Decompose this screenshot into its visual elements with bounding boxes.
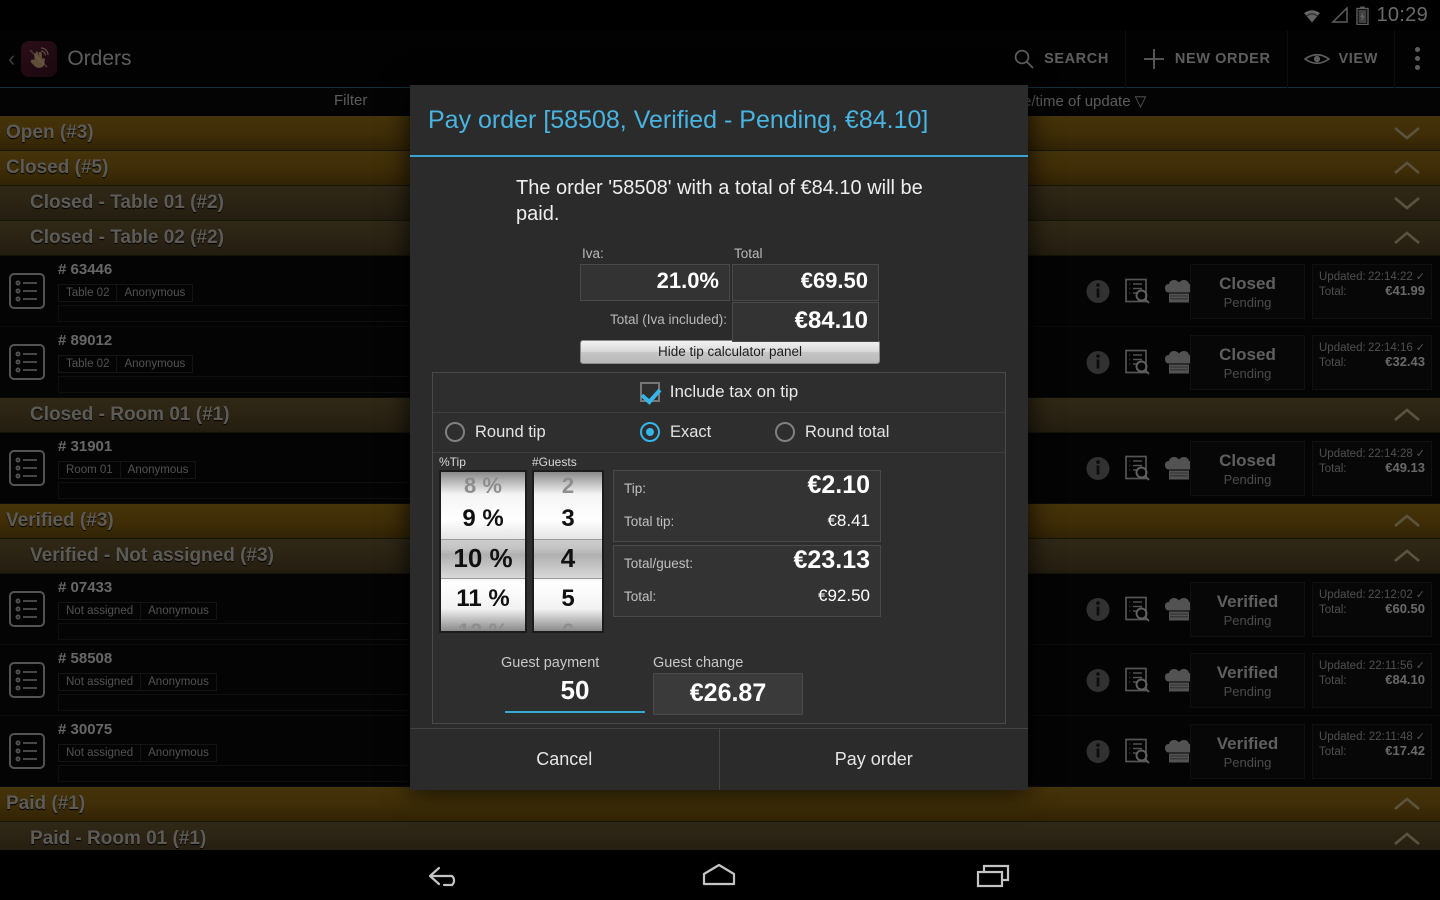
total-per-guest-row: Total/guest: €23.13	[614, 546, 880, 586]
radio-exact-label: Exact	[670, 422, 712, 441]
iva-field[interactable]: 21.0%	[580, 263, 730, 301]
wheel-option-selected[interactable]: 4	[534, 538, 602, 579]
guests-wheel-header: #Guests	[532, 454, 577, 469]
back-icon[interactable]	[424, 860, 466, 890]
pay-order-button[interactable]: Pay order	[718, 729, 1029, 790]
wheel-option-selected[interactable]: 10 %	[441, 538, 525, 579]
radio-round-total-label: Round total	[805, 422, 890, 441]
hide-tip-calculator-button[interactable]: Hide tip calculator panel	[580, 339, 880, 364]
wheels-and-results: %Tip #Guests 8 % 9 % 10 % 11 % 12 % 2 3 …	[433, 453, 1005, 638]
tip-key: Tip:	[624, 480, 647, 496]
total-per-guest-key: Total/guest:	[624, 555, 694, 571]
android-navigation-bar	[0, 850, 1440, 900]
tip-calculator-panel: Include tax on tip Round tip Exact Round…	[432, 371, 1006, 724]
dialog-footer: Cancel Pay order	[410, 728, 1028, 790]
dialog-message: The order '58508' with a total of €84.10…	[516, 177, 923, 226]
dialog-body: The order '58508' with a total of €84.10…	[410, 157, 1028, 728]
tip-value: €2.10	[807, 470, 870, 499]
wheel-option[interactable]: 9 %	[441, 499, 525, 539]
guest-payment-label: Guest payment	[501, 654, 600, 671]
rounding-options-row[interactable]: Round tip Exact Round total	[433, 413, 1005, 453]
amounts-section: Iva: 21.0% Total €69.50 Total (Iva inclu…	[432, 245, 1006, 342]
wheel-option[interactable]: 5	[534, 579, 602, 619]
tip-percent-wheel[interactable]: 8 % 9 % 10 % 11 % 12 %	[439, 469, 527, 633]
wheel-option[interactable]: 6	[534, 619, 602, 631]
total-value: €69.50	[800, 268, 868, 294]
iva-label: Iva:	[582, 245, 604, 261]
guest-payment-input[interactable]: 50	[505, 675, 645, 713]
cancel-button[interactable]: Cancel	[410, 729, 719, 790]
radio-round-tip[interactable]: Round tip	[445, 422, 640, 443]
total-per-guest-value: €23.13	[793, 545, 870, 574]
radio-exact[interactable]: Exact	[640, 422, 775, 443]
wheel-option[interactable]: 8 %	[441, 472, 525, 499]
tip-result-row: Tip: €2.10	[614, 471, 880, 511]
radio-round-tip-label: Round tip	[475, 422, 546, 441]
recents-icon[interactable]	[972, 860, 1016, 890]
wheel-option[interactable]: 3	[534, 499, 602, 539]
total-results-box: Total/guest: €23.13 Total: €92.50	[613, 544, 881, 617]
guest-payment-value: 50	[560, 675, 590, 706]
guests-count-wheel[interactable]: 2 3 4 5 6	[532, 469, 604, 633]
wheel-option[interactable]: 11 %	[441, 579, 525, 619]
iva-value: 21.0%	[656, 268, 719, 294]
grand-total-value: €92.50	[818, 585, 870, 605]
radio-button-icon[interactable]	[445, 422, 465, 443]
total-label: Total	[734, 245, 763, 261]
cancel-button-label: Cancel	[536, 749, 593, 769]
wheel-option[interactable]: 12 %	[441, 619, 525, 631]
payment-section: Guest payment 50 Guest change €26.87	[433, 655, 1005, 723]
wheel-option[interactable]: 2	[534, 472, 602, 499]
total-field[interactable]: €69.50	[732, 263, 879, 301]
dialog-title: Pay order [58508, Verified - Pending, €8…	[428, 105, 929, 134]
include-tax-label: Include tax on tip	[669, 382, 799, 402]
dialog-header: Pay order [58508, Verified - Pending, €8…	[410, 85, 1028, 157]
include-tax-row[interactable]: Include tax on tip	[433, 373, 1005, 413]
hide-tip-calculator-label: Hide tip calculator panel	[657, 344, 803, 360]
total-tip-result-row: Total tip: €8.41	[614, 511, 880, 541]
grand-total-key: Total:	[624, 588, 657, 604]
pay-order-dialog: Pay order [58508, Verified - Pending, €8…	[410, 85, 1028, 790]
grand-total-row: Total: €92.50	[614, 586, 880, 616]
guest-change-value: €26.87	[689, 679, 767, 708]
total-iva-included-label: Total (Iva included):	[609, 311, 727, 327]
include-tax-checkbox[interactable]	[639, 382, 660, 403]
pay-order-button-label: Pay order	[834, 749, 913, 769]
total-tip-key: Total tip:	[624, 513, 675, 529]
guest-change-label: Guest change	[653, 654, 744, 671]
radio-button-selected-icon[interactable]	[640, 422, 660, 443]
radio-round-total[interactable]: Round total	[775, 422, 890, 443]
total-iva-included-field[interactable]: €84.10	[732, 301, 879, 342]
total-iva-included-value: €84.10	[794, 306, 868, 334]
tip-results-box: Tip: €2.10 Total tip: €8.41	[613, 469, 881, 542]
tip-wheel-header: %Tip	[439, 454, 466, 469]
guest-change-field: €26.87	[653, 672, 803, 715]
radio-button-icon[interactable]	[775, 422, 795, 443]
home-icon[interactable]	[696, 860, 742, 890]
total-tip-value: €8.41	[827, 510, 870, 530]
